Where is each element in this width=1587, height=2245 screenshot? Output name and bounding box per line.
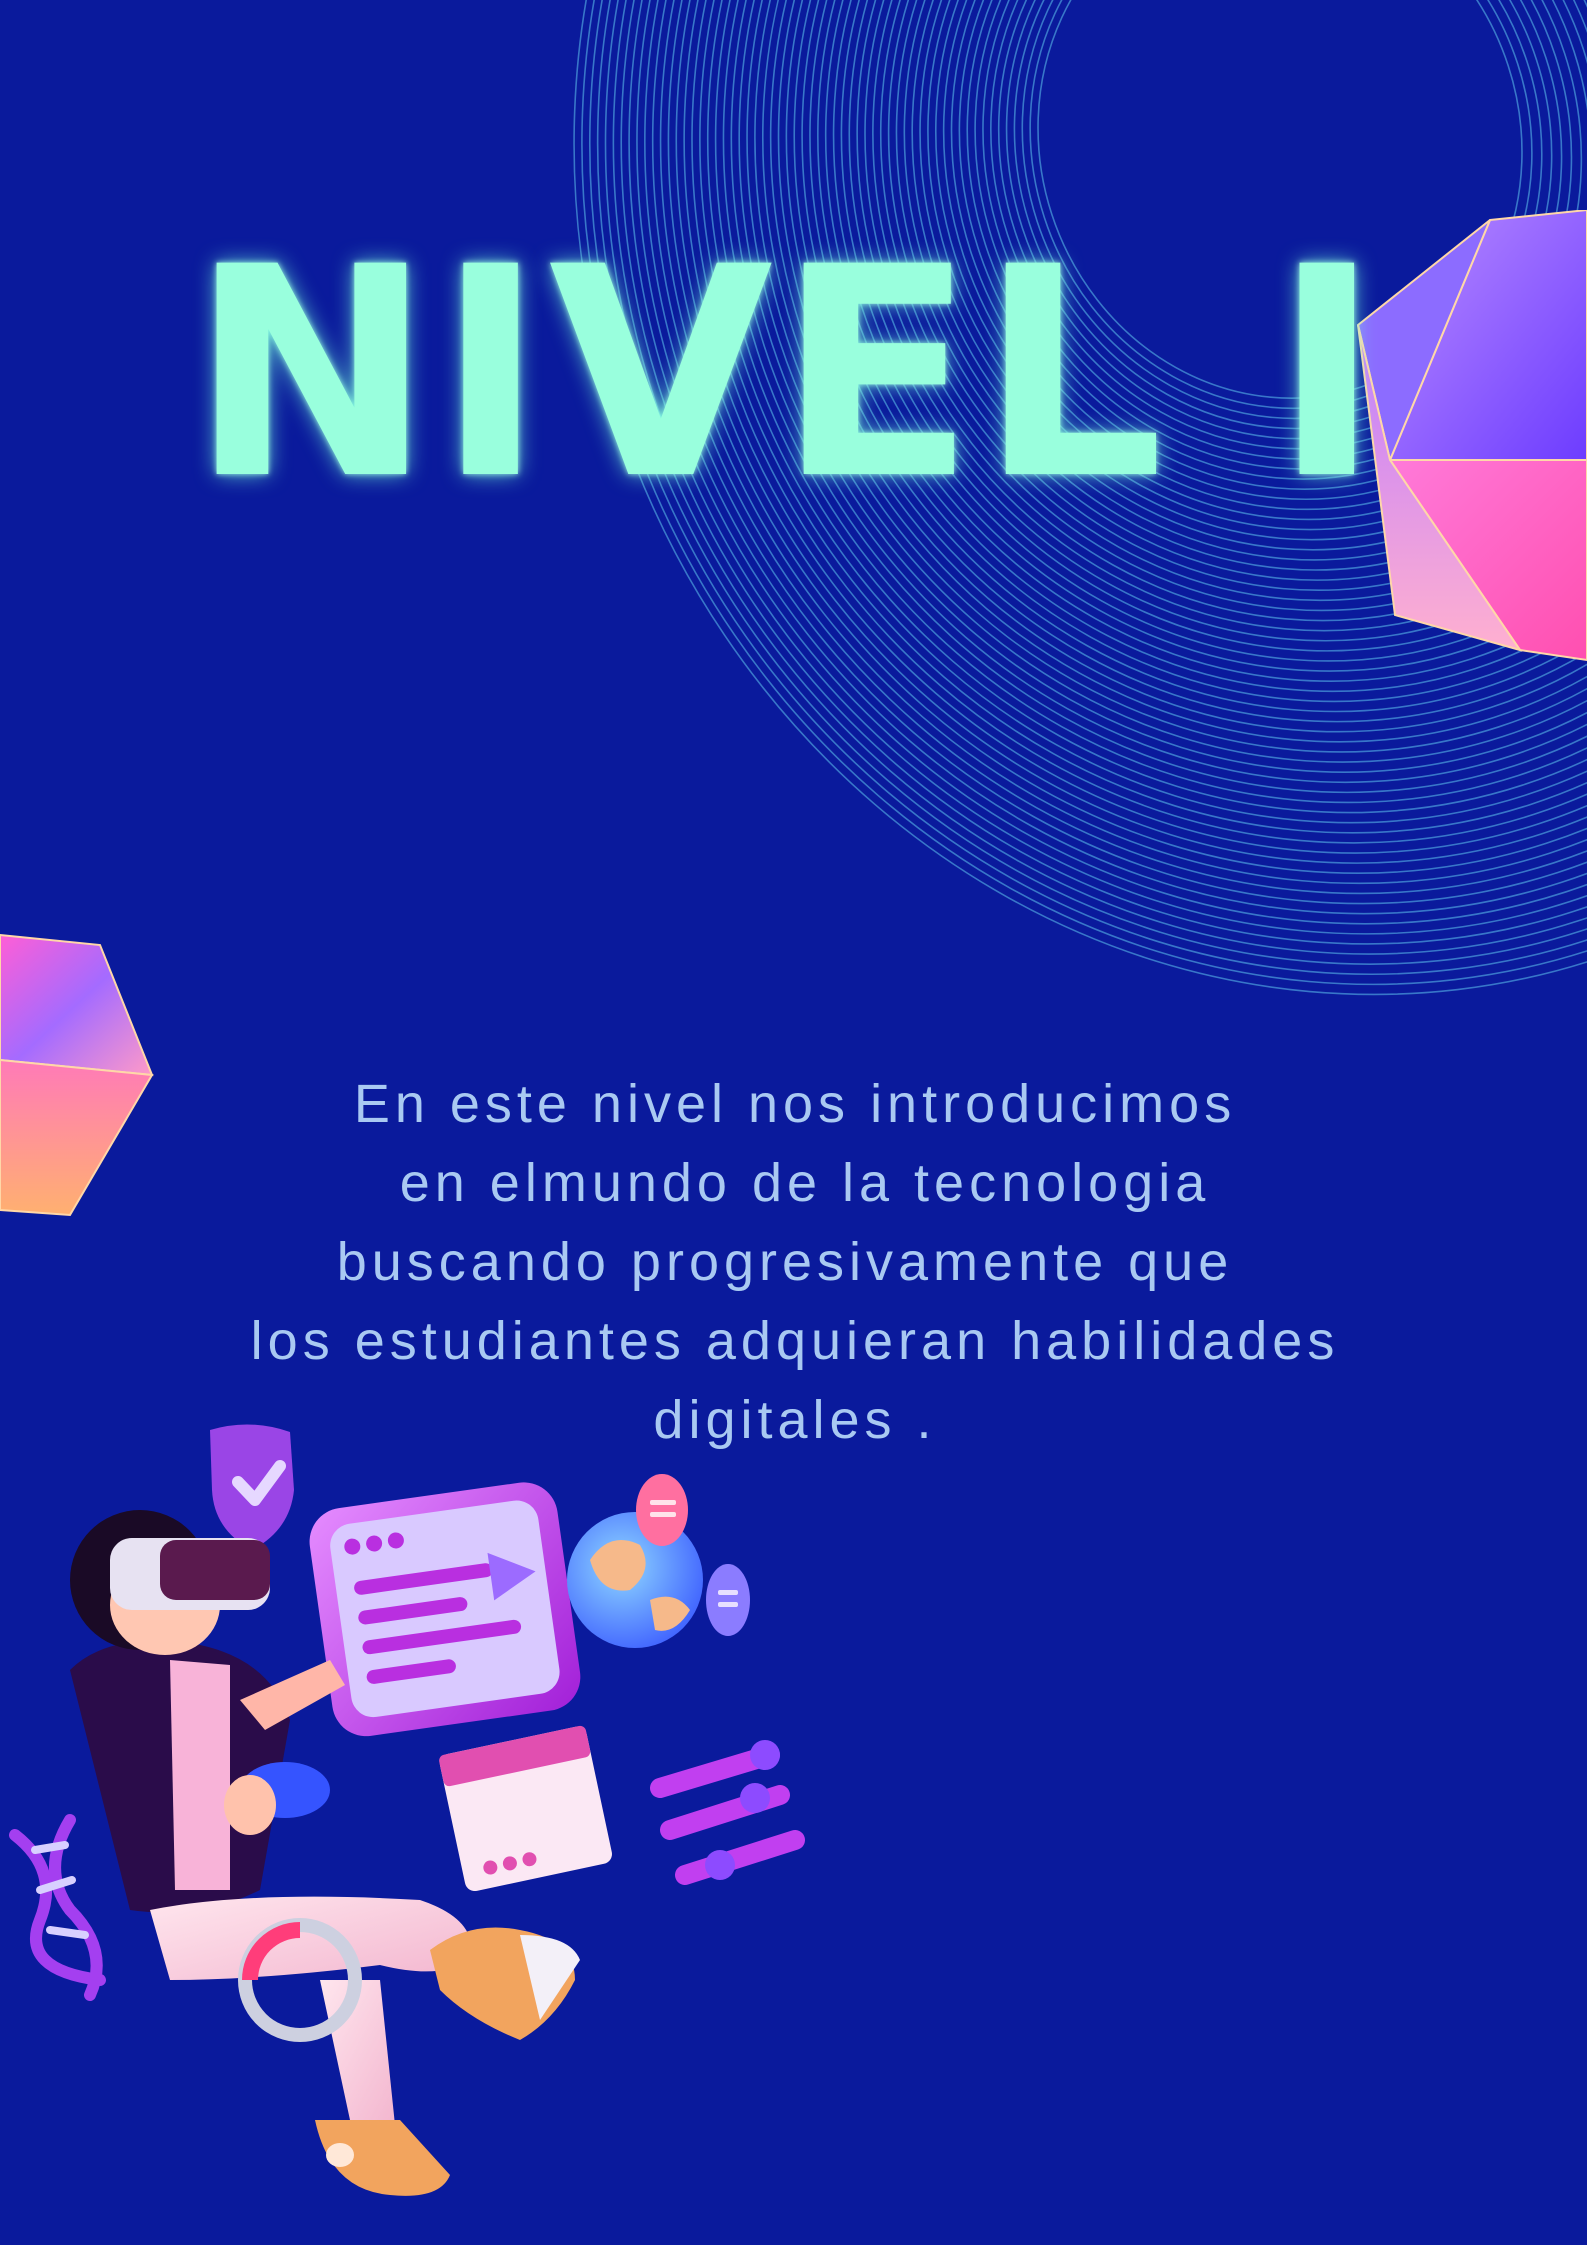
shield-icon	[210, 1424, 294, 1550]
page-title: NIVEL I	[190, 206, 1385, 543]
faceted-gem-icon	[1356, 210, 1587, 662]
globe-icon	[567, 1474, 750, 1648]
dna-icon	[9, 1814, 106, 2001]
card-icon	[439, 1725, 612, 1892]
paragraph-line: buscando progresivamente que	[336, 1232, 1254, 1292]
paragraph-line: En este nivel nos introducimos	[353, 1074, 1237, 1134]
vr-gamer-illustration	[9, 1424, 805, 2196]
sliders-icon	[650, 1740, 805, 1885]
browser-window-icon	[309, 1482, 581, 1737]
faceted-gem-icon	[0, 933, 154, 1217]
intro-paragraph: En este nivel nos introducimos en elmund…	[140, 1065, 1450, 1460]
paragraph-line: en elmundo de la tecnologia	[379, 1153, 1211, 1213]
paragraph-line: los estudiantes adquieran habilidades	[250, 1311, 1340, 1371]
